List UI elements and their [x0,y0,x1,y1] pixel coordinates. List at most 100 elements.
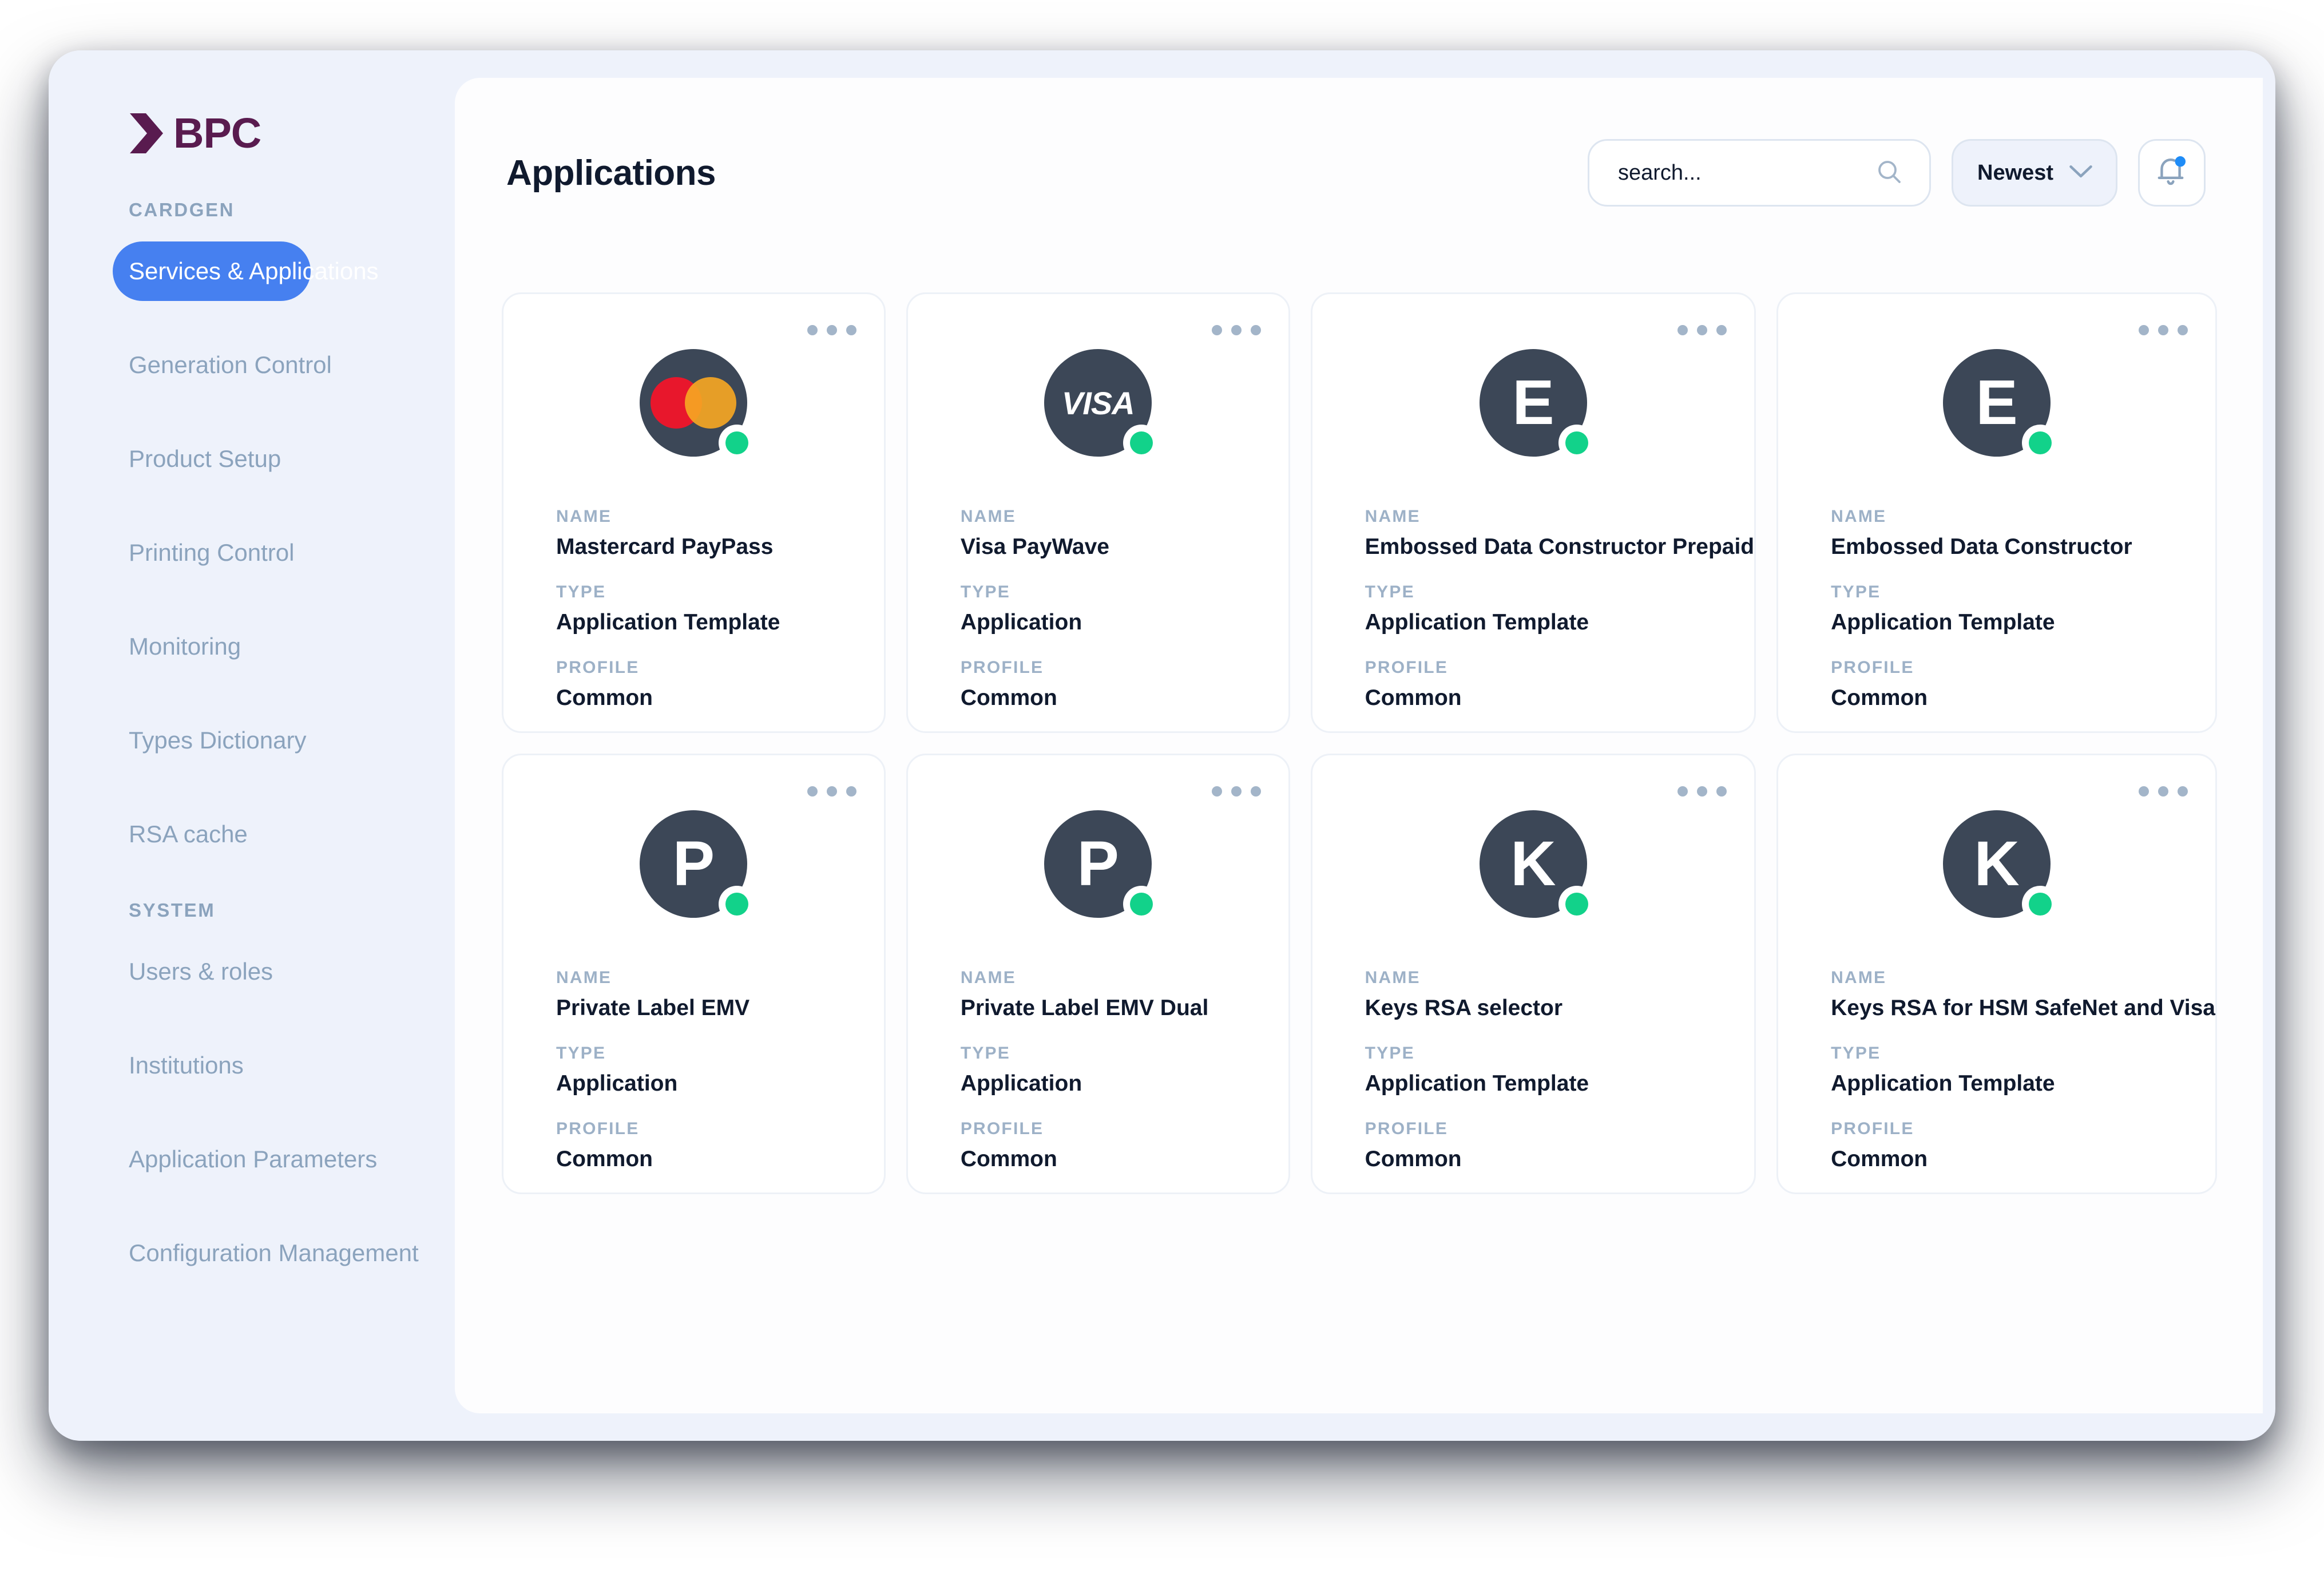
sidebar-item-services-applications[interactable]: Services & Applications [113,241,379,301]
sidebar-item-product-setup[interactable]: Product Setup [49,429,455,489]
application-card[interactable]: P NAME Private Label EMV TYPE Applicatio… [502,754,886,1194]
sidebar-item-rsa-cache[interactable]: RSA cache [49,805,455,864]
field-name: NAME Keys RSA selector [1365,968,1754,1021]
sidebar: BPC CARDGEN Services & Applications Gene… [49,50,455,1441]
card-overflow-menu-icon[interactable] [2139,325,2188,335]
application-card[interactable]: K NAME Keys RSA for HSM SafeNet and Visa… [1776,754,2217,1194]
field-value-type: Application Template [1831,1071,2055,1096]
sidebar-section-cardgen: CARDGEN [129,199,235,220]
field-label-name: NAME [1365,507,1421,526]
field-label-type: TYPE [960,583,1010,601]
field-name: NAME Visa PayWave [961,507,1288,560]
avatar: P [640,810,749,918]
field-value-profile: Common [556,686,653,710]
field-name: NAME Private Label EMV Dual [961,968,1288,1021]
field-label-type: TYPE [1831,583,1881,601]
field-value-profile: Common [960,686,1057,710]
field-name: NAME Mastercard PayPass [556,507,884,560]
avatar-letter: P [672,829,715,899]
field-name: NAME Embossed Data Constructor Prepaid [1365,507,1754,560]
field-profile: PROFILE Common [1365,658,1754,711]
field-type: TYPE Application [961,583,1288,635]
field-name: NAME Keys RSA for HSM SafeNet and Visa [1831,968,2215,1021]
status-badge [1130,431,1153,454]
field-type: TYPE Application [556,1044,884,1096]
field-type: TYPE Application Template [1365,1044,1754,1096]
field-value-name: Embossed Data Constructor [1831,534,2132,559]
avatar: P [1044,810,1153,918]
bell-icon [2155,154,2189,192]
card-overflow-menu-icon[interactable] [1677,325,1727,335]
field-value-type: Application Template [1365,1071,1589,1096]
main-content: Applications Newest [455,78,2263,1413]
card-overflow-menu-icon[interactable] [807,786,856,797]
application-card[interactable]: K NAME Keys RSA selector TYPE Applicatio… [1310,754,1756,1194]
field-value-type: Application [960,1071,1082,1096]
card-fields: NAME Private Label EMV TYPE Application … [503,918,884,1172]
field-profile: PROFILE Common [556,1119,884,1172]
field-label-profile: PROFILE [1365,1119,1449,1138]
field-profile: PROFILE Common [556,658,884,711]
avatar: VISA [1044,349,1153,457]
card-overflow-menu-icon[interactable] [2139,786,2188,797]
app-window: BPC CARDGEN Services & Applications Gene… [49,50,2275,1441]
field-type: TYPE Application [961,1044,1288,1096]
status-badge [725,893,749,916]
application-card[interactable]: P NAME Private Label EMV Dual TYPE Appli… [906,754,1290,1194]
field-value-type: Application Template [1365,610,1589,635]
field-profile: PROFILE Common [1831,1119,2215,1172]
avatar: E [1943,349,2052,457]
field-label-profile: PROFILE [556,658,640,677]
page-title: Applications [506,153,716,193]
field-value-profile: Common [556,1147,653,1171]
card-fields: NAME Embossed Data Constructor Prepaid T… [1312,457,1754,711]
field-label-name: NAME [556,507,612,526]
card-overflow-menu-icon[interactable] [1211,786,1261,797]
top-bar-controls: Newest [1588,139,2206,207]
sidebar-item-institutions[interactable]: Institutions [49,1036,455,1095]
sidebar-item-application-parameters[interactable]: Application Parameters [49,1130,455,1189]
card-overflow-menu-icon[interactable] [1677,786,1727,797]
field-label-profile: PROFILE [1831,1119,1914,1138]
field-label-name: NAME [1831,968,1887,987]
field-profile: PROFILE Common [961,1119,1288,1172]
avatar-letter: E [1512,367,1554,438]
status-badge [2029,893,2052,916]
field-value-name: Keys RSA selector [1365,996,1563,1020]
field-value-profile: Common [960,1147,1057,1171]
sidebar-item-configuration-management[interactable]: Configuration Management [49,1223,455,1283]
application-card[interactable]: NAME Mastercard PayPass TYPE Application… [502,292,886,733]
field-value-name: Keys RSA for HSM SafeNet and Visa [1831,996,2215,1020]
avatar-letter: E [1976,367,2018,438]
search-icon [1875,158,1903,188]
chevron-down-icon [2069,164,2093,182]
application-card[interactable]: E NAME Embossed Data Constructor Prepaid… [1310,292,1756,733]
notifications-button[interactable] [2138,139,2206,207]
field-label-profile: PROFILE [1831,658,1914,677]
sidebar-item-monitoring[interactable]: Monitoring [49,617,455,676]
card-fields: NAME Mastercard PayPass TYPE Application… [503,457,884,711]
card-overflow-menu-icon[interactable] [1211,325,1261,335]
avatar: E [1479,349,1588,457]
avatar [640,349,749,457]
field-profile: PROFILE Common [1365,1119,1754,1172]
card-fields: NAME Keys RSA for HSM SafeNet and Visa T… [1778,918,2215,1172]
sort-selected-value: Newest [1977,160,2054,185]
sidebar-item-types-dictionary[interactable]: Types Dictionary [49,711,455,770]
sidebar-item-generation-control[interactable]: Generation Control [49,335,455,395]
sidebar-item-printing-control[interactable]: Printing Control [49,523,455,583]
application-card[interactable]: E NAME Embossed Data Constructor TYPE Ap… [1776,292,2217,733]
brand-logo[interactable]: BPC [49,102,455,165]
card-overflow-menu-icon[interactable] [807,325,856,335]
search-box[interactable] [1588,139,1931,207]
field-value-profile: Common [1831,686,1928,710]
sort-dropdown[interactable]: Newest [1952,139,2117,207]
bpc-chevron-icon [129,112,164,154]
field-label-type: TYPE [556,1044,606,1063]
application-card[interactable]: VISA NAME Visa PayWave TYPE Application [906,292,1290,733]
field-label-name: NAME [960,968,1016,987]
field-value-profile: Common [1365,686,1462,710]
field-label-profile: PROFILE [960,1119,1044,1138]
search-input[interactable] [1618,160,1875,185]
sidebar-item-users-roles[interactable]: Users & roles [49,942,455,1001]
